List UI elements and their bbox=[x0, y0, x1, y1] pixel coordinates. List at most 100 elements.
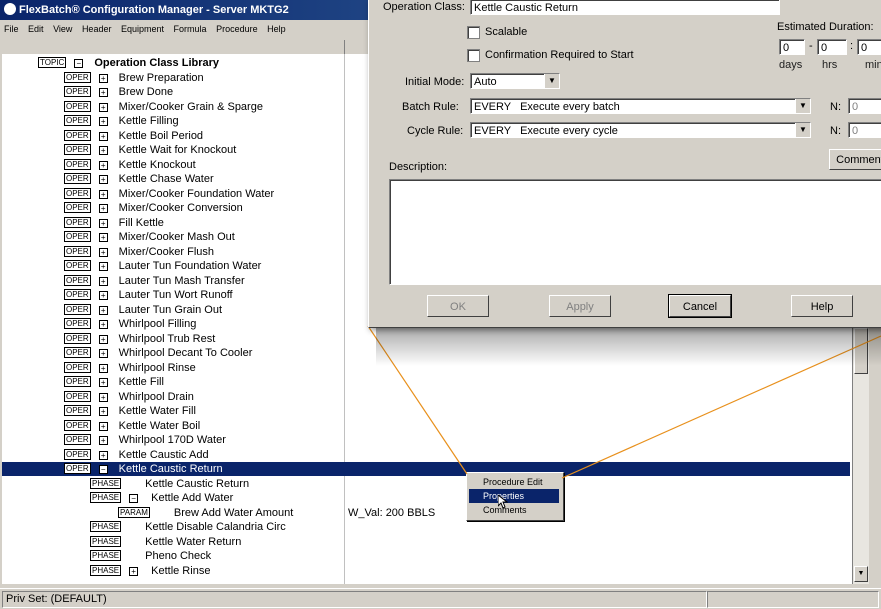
tree-item-operation[interactable]: OPER + Fill Kettle bbox=[2, 216, 164, 230]
tree-item-operation[interactable]: OPER + Lauter Tun Foundation Water bbox=[2, 259, 261, 273]
tree-item-operation[interactable]: OPER + Kettle Boil Period bbox=[2, 129, 203, 143]
expand-icon[interactable]: + bbox=[98, 305, 108, 315]
tree-item-operation[interactable]: OPER + Kettle Chase Water bbox=[2, 172, 214, 186]
tree-item-operation[interactable]: OPER + Whirlpool Decant To Cooler bbox=[2, 346, 252, 360]
tree-item-phase[interactable]: PHASE Kettle Water Return bbox=[2, 535, 241, 549]
menu-item-comments[interactable]: Comments bbox=[469, 503, 559, 517]
initial-mode-select[interactable]: Auto ▼ bbox=[470, 73, 560, 89]
tree-item-operation[interactable]: OPER + Kettle Water Fill bbox=[2, 404, 196, 418]
tree-item-operation[interactable]: OPER + Kettle Filling bbox=[2, 114, 179, 128]
apply-button[interactable]: Apply bbox=[549, 295, 611, 317]
expand-icon[interactable]: + bbox=[98, 189, 108, 199]
expand-icon[interactable]: + bbox=[98, 117, 108, 126]
expand-icon[interactable]: + bbox=[98, 407, 108, 416]
tree-item-operation[interactable]: OPER + Mixer/Cooker Mash Out bbox=[2, 230, 235, 244]
dropdown-arrow-icon[interactable]: ▼ bbox=[795, 99, 810, 113]
expand-icon[interactable]: + bbox=[98, 73, 108, 83]
expand-icon[interactable]: + bbox=[98, 247, 108, 257]
expand-icon[interactable]: + bbox=[98, 88, 108, 97]
menu-header[interactable]: Header bbox=[82, 24, 112, 34]
menu-procedure[interactable]: Procedure bbox=[216, 24, 258, 34]
menu-file[interactable]: File bbox=[4, 24, 19, 34]
menu-item-properties[interactable]: Properties bbox=[469, 489, 559, 503]
tree-item-operation[interactable]: OPER + Kettle Caustic Add bbox=[2, 448, 209, 462]
expand-icon[interactable]: + bbox=[98, 175, 108, 184]
expand-icon[interactable]: + bbox=[98, 146, 108, 155]
expand-icon[interactable]: + bbox=[98, 363, 108, 373]
tree-item-operation[interactable]: OPER + Lauter Tun Grain Out bbox=[2, 303, 222, 317]
expand-icon[interactable]: + bbox=[98, 421, 108, 431]
collapse-icon[interactable]: − bbox=[98, 465, 108, 474]
menu-equipment[interactable]: Equipment bbox=[121, 24, 164, 34]
tree-item-operation[interactable]: OPER + Whirlpool 170D Water bbox=[2, 433, 226, 447]
collapse-icon[interactable]: − bbox=[74, 59, 84, 68]
dropdown-arrow-icon[interactable]: ▼ bbox=[795, 123, 810, 137]
tree-item-operation[interactable]: OPER + Kettle Wait for Knockout bbox=[2, 143, 236, 157]
collapse-icon[interactable]: − bbox=[129, 494, 139, 503]
batch-n-field[interactable]: 0 bbox=[848, 98, 881, 114]
tree-item-operation[interactable]: OPER + Lauter Tun Mash Transfer bbox=[2, 274, 245, 288]
cycle-rule-select[interactable]: EVERY Execute every cycle ▼ bbox=[470, 122, 811, 138]
tree-item-operation[interactable]: OPER + Mixer/Cooker Foundation Water bbox=[2, 187, 274, 201]
cancel-button[interactable]: Cancel bbox=[668, 294, 732, 318]
tree-item-operation[interactable]: OPER + Whirlpool Drain bbox=[2, 390, 194, 404]
duration-minutes-field[interactable]: 0 bbox=[857, 39, 881, 55]
cycle-n-field[interactable]: 0 bbox=[848, 122, 881, 138]
tree-item-param[interactable]: PARAM Brew Add Water Amount W_Val: 200 BBL… bbox=[2, 506, 435, 520]
tree-item-operation[interactable]: OPER + Kettle Fill bbox=[2, 375, 164, 389]
operation-class-field[interactable]: Kettle Caustic Return bbox=[470, 0, 780, 15]
tree-item-operation[interactable]: OPER + Whirlpool Rinse bbox=[2, 361, 196, 375]
menu-view[interactable]: View bbox=[53, 24, 72, 34]
tree-root-topic[interactable]: TOPIC − Operation Class Library bbox=[2, 56, 219, 70]
tree-item-operation[interactable]: OPER + Lauter Tun Wort Runoff bbox=[2, 288, 233, 302]
help-button[interactable]: Help bbox=[791, 295, 853, 317]
expand-icon[interactable]: + bbox=[98, 233, 108, 242]
tree-item-phase[interactable]: PHASE Pheno Check bbox=[2, 549, 211, 563]
expand-icon[interactable]: + bbox=[98, 262, 108, 271]
expand-icon[interactable]: + bbox=[129, 566, 139, 576]
expand-icon[interactable]: + bbox=[98, 131, 108, 141]
menu-item-procedure-edit[interactable]: Procedure Edit bbox=[469, 475, 559, 489]
expand-icon[interactable]: + bbox=[98, 276, 108, 286]
expand-icon[interactable]: + bbox=[98, 204, 108, 213]
expand-icon[interactable]: + bbox=[98, 218, 108, 228]
expand-icon[interactable]: + bbox=[98, 378, 108, 387]
dropdown-arrow-icon[interactable]: ▼ bbox=[544, 74, 559, 88]
expand-icon[interactable]: + bbox=[98, 102, 108, 112]
tree-item-operation[interactable]: OPER + Brew Done bbox=[2, 85, 173, 99]
menu-help[interactable]: Help bbox=[267, 24, 286, 34]
tree-item-operation[interactable]: OPER + Whirlpool Trub Rest bbox=[2, 332, 215, 346]
tree-item-phase[interactable]: PHASE Kettle Caustic Return bbox=[2, 477, 249, 491]
tree-item-operation[interactable]: OPER + Mixer/Cooker Conversion bbox=[2, 201, 243, 215]
tree-item-phase[interactable]: PHASE + Kettle Rinse bbox=[2, 564, 210, 578]
expand-icon[interactable]: + bbox=[98, 160, 108, 170]
tree-item-operation[interactable]: OPER + Mixer/Cooker Grain & Sparge bbox=[2, 100, 263, 114]
comment-button[interactable]: Comment bbox=[829, 149, 881, 170]
expand-icon[interactable]: + bbox=[98, 291, 108, 300]
ok-button[interactable]: OK bbox=[427, 295, 489, 317]
tree-item-operation[interactable]: OPER + Kettle Knockout bbox=[2, 158, 196, 172]
column-splitter[interactable] bbox=[344, 40, 345, 54]
tree-item-operation[interactable]: OPER + Brew Preparation bbox=[2, 71, 204, 85]
duration-days-field[interactable]: 0 bbox=[779, 39, 805, 55]
scroll-down-button[interactable]: ▼ bbox=[854, 566, 868, 582]
expand-icon[interactable]: + bbox=[98, 349, 108, 358]
description-textarea[interactable] bbox=[389, 179, 881, 285]
expand-icon[interactable]: + bbox=[98, 450, 108, 460]
batch-rule-select[interactable]: EVERY Execute every batch ▼ bbox=[470, 98, 811, 114]
expand-icon[interactable]: + bbox=[98, 436, 108, 445]
scalable-checkbox[interactable] bbox=[467, 26, 480, 39]
expand-icon[interactable]: + bbox=[98, 334, 108, 344]
tree-item-phase[interactable]: PHASE − Kettle Add Water bbox=[2, 491, 233, 505]
duration-hours-field[interactable]: 0 bbox=[817, 39, 847, 55]
tree-item-operation[interactable]: OPER + Whirlpool Filling bbox=[2, 317, 196, 331]
menu-formula[interactable]: Formula bbox=[174, 24, 207, 34]
tree-item-operation[interactable]: OPER − Kettle Caustic Return bbox=[2, 462, 850, 476]
expand-icon[interactable]: + bbox=[98, 320, 108, 329]
confirmation-checkbox[interactable] bbox=[467, 49, 480, 62]
tree-item-operation[interactable]: OPER + Kettle Water Boil bbox=[2, 419, 200, 433]
menu-edit[interactable]: Edit bbox=[28, 24, 44, 34]
expand-icon[interactable]: + bbox=[98, 392, 108, 402]
tree-item-operation[interactable]: OPER + Mixer/Cooker Flush bbox=[2, 245, 214, 259]
tree-item-phase[interactable]: PHASE Kettle Disable Calandria Circ bbox=[2, 520, 286, 534]
